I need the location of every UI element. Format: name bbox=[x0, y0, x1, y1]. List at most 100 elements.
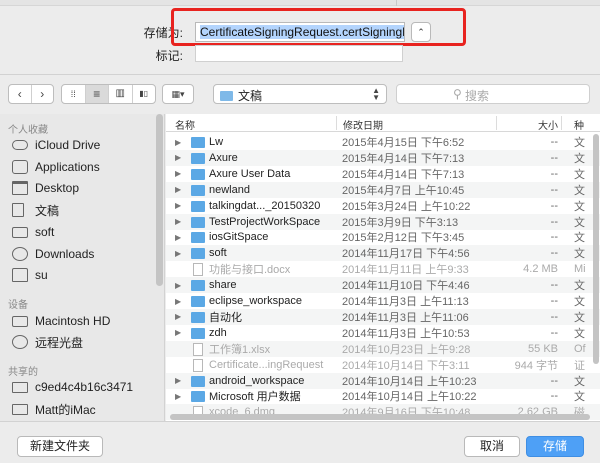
disclosure-triangle-icon[interactable]: ▶ bbox=[175, 153, 181, 162]
file-row[interactable]: ▶ share 2014年11月10日 下午4:46 -- 文 bbox=[166, 277, 600, 294]
disclosure-triangle-icon[interactable]: ▶ bbox=[175, 249, 181, 258]
disclosure-triangle-icon[interactable]: ▶ bbox=[175, 185, 181, 194]
sidebar-scrollbar[interactable] bbox=[156, 114, 163, 286]
search-placeholder: 搜索 bbox=[465, 89, 490, 103]
file-kind: Mi bbox=[574, 263, 586, 276]
applications-icon bbox=[12, 160, 28, 174]
back-button[interactable]: ‹ bbox=[9, 85, 32, 103]
column-kind[interactable]: 种 bbox=[574, 117, 584, 132]
tags-input[interactable] bbox=[195, 45, 403, 62]
sidebar-item-shared-computer[interactable]: c9ed4c4b16c3471 bbox=[12, 377, 162, 397]
file-size: -- bbox=[550, 295, 558, 307]
disclosure-triangle-icon[interactable]: ▶ bbox=[175, 169, 181, 178]
file-row[interactable]: ▶ Axure 2015年4月14日 下午7:13 -- 文 bbox=[166, 149, 600, 166]
home-icon bbox=[12, 268, 28, 282]
search-field[interactable]: ⚲ 搜索 bbox=[396, 84, 590, 104]
sidebar-item-macintosh-hd[interactable]: Macintosh HD bbox=[12, 311, 162, 331]
file-name: 工作簿1.xlsx bbox=[209, 343, 271, 356]
file-date: 2014年11月17日 下午4:56 bbox=[342, 248, 470, 261]
column-name[interactable]: 名称 bbox=[175, 117, 195, 132]
file-row[interactable]: ▶ TestProjectWorkSpace 2015年3月9日 下午3:13 -- 文 bbox=[166, 213, 600, 230]
file-row[interactable]: ▶ android_workspace 2014年10月14日 上午10:23 -- 文 bbox=[166, 372, 600, 389]
sidebar-item-applications[interactable]: Applications bbox=[12, 157, 162, 177]
separator bbox=[0, 74, 600, 75]
window-top-strip bbox=[0, 0, 600, 6]
disclosure-triangle-icon[interactable]: ▶ bbox=[175, 281, 181, 290]
sidebar-item-home[interactable]: su bbox=[12, 265, 162, 285]
file-size: -- bbox=[550, 326, 558, 339]
file-date: 2015年3月9日 下午3:13 bbox=[342, 216, 459, 229]
column-view-button[interactable]: ▥ bbox=[109, 85, 133, 103]
column-date[interactable]: 修改日期 bbox=[343, 117, 383, 132]
disclosure-triangle-icon[interactable]: ▶ bbox=[175, 233, 181, 242]
folder-icon bbox=[191, 152, 205, 164]
list-view-button[interactable]: ≡ bbox=[85, 85, 109, 103]
file-row[interactable]: ▶ talkingdat..._20150320 2015年3月24日 上午10:2… bbox=[166, 198, 600, 214]
file-row[interactable]: 功能与接口.docx 2014年11月11日 上午9:33 4.2 MB Mi bbox=[166, 261, 600, 277]
file-row[interactable]: ▶ iosGitSpace 2015年2月12日 下午3:45 -- 文 bbox=[166, 229, 600, 245]
file-row[interactable]: ▶ newland 2015年4月7日 上午10:45 -- 文 bbox=[166, 181, 600, 198]
file-size: -- bbox=[550, 167, 558, 180]
disclosure-triangle-icon[interactable]: ▶ bbox=[175, 392, 181, 401]
folder-icon bbox=[191, 327, 205, 339]
sidebar-item-desktop[interactable]: Desktop bbox=[12, 178, 162, 198]
disclosure-triangle-icon[interactable]: ▶ bbox=[175, 138, 181, 147]
sidebar-item-shared-imac[interactable]: Matt的iMac bbox=[12, 399, 162, 419]
new-folder-button[interactable]: 新建文件夹 bbox=[17, 436, 103, 457]
file-name: soft bbox=[209, 247, 227, 260]
horizontal-scrollbar[interactable] bbox=[170, 414, 590, 420]
disclosure-triangle-icon[interactable]: ▶ bbox=[175, 376, 181, 385]
icon-view-button[interactable]: ⁞⁞ bbox=[62, 85, 86, 103]
folder-icon bbox=[220, 91, 233, 101]
cloud-icon bbox=[12, 140, 28, 150]
sidebar-item-remote-disc[interactable]: 远程光盘 bbox=[12, 332, 162, 352]
file-kind: 文 bbox=[574, 280, 585, 293]
file-row[interactable]: 工作簿1.xlsx 2014年10月23日 上午9:28 55 KB Of bbox=[166, 340, 600, 357]
file-list: 名称 修改日期 大小 种 ▶ Lw 2015年4月15日 下午6:52 -- 文 ▶ Axu… bbox=[166, 114, 600, 421]
location-popup[interactable]: 文稿 ▲ ▼ bbox=[213, 84, 387, 104]
file-kind: Of bbox=[574, 342, 586, 355]
folder-icon bbox=[191, 280, 205, 292]
file-row[interactable]: Certificate...ingRequest 2014年10月14日 下午3:… bbox=[166, 357, 600, 373]
file-name: 功能与接口.docx bbox=[209, 264, 291, 277]
sidebar-item-soft[interactable]: soft bbox=[12, 222, 162, 242]
file-row[interactable]: ▶ eclipse_workspace 2014年11月3日 上午11:13 -- 文 bbox=[166, 293, 600, 309]
file-date: 2014年10月14日 下午3:11 bbox=[342, 359, 470, 372]
file-size: -- bbox=[550, 374, 558, 387]
file-row[interactable]: ▶ Axure User Data 2015年4月14日 下午7:13 -- 文 bbox=[166, 166, 600, 182]
sidebar-label: soft bbox=[35, 225, 55, 239]
file-row[interactable]: ▶ Microsoft 用户数据 2014年10月14日 上午10:22 -- 文 bbox=[166, 388, 600, 404]
file-row[interactable]: ▶ 自动化 2014年11月3日 上午11:06 -- 文 bbox=[166, 308, 600, 325]
file-row[interactable]: ▶ Lw 2015年4月15日 下午6:52 -- 文 bbox=[166, 134, 600, 150]
file-kind: 文 bbox=[574, 152, 585, 165]
vertical-scrollbar[interactable] bbox=[593, 134, 599, 364]
file-date: 2015年4月7日 上午10:45 bbox=[342, 184, 465, 197]
save-as-row: 存储为: CertificateSigningRequest.certSigni… bbox=[0, 8, 600, 63]
file-row[interactable]: ▶ zdh 2014年11月3日 上午10:53 -- 文 bbox=[166, 325, 600, 341]
sidebar-item-icloud[interactable]: iCloud Drive bbox=[12, 135, 162, 155]
arrange-button[interactable]: ▦▾ bbox=[162, 84, 194, 104]
file-kind: 文 bbox=[574, 232, 585, 245]
column-divider bbox=[561, 116, 562, 130]
forward-button[interactable]: › bbox=[32, 85, 54, 103]
column-size[interactable]: 大小 bbox=[538, 117, 558, 132]
sidebar-label: c9ed4c4b16c3471 bbox=[35, 380, 134, 394]
sidebar-item-documents[interactable]: 文稿 bbox=[12, 200, 162, 220]
cancel-button[interactable]: 取消 bbox=[464, 436, 520, 457]
file-kind: 文 bbox=[574, 327, 585, 340]
cover-flow-button[interactable]: ▮▯ bbox=[133, 85, 156, 103]
folder-icon bbox=[191, 311, 205, 323]
shared-header: 共享的 bbox=[8, 367, 38, 378]
disclosure-triangle-icon[interactable]: ▶ bbox=[175, 217, 181, 226]
folder-icon bbox=[191, 391, 205, 403]
file-name: newland bbox=[209, 183, 250, 196]
file-row[interactable]: ▶ soft 2014年11月17日 下午4:56 -- 文 bbox=[166, 245, 600, 262]
disclosure-triangle-icon[interactable]: ▶ bbox=[175, 328, 181, 337]
disclosure-triangle-icon[interactable]: ▶ bbox=[175, 201, 181, 210]
save-button[interactable]: 存储 bbox=[526, 436, 584, 457]
sidebar-item-downloads[interactable]: Downloads bbox=[12, 244, 162, 264]
disclosure-triangle-icon[interactable]: ▶ bbox=[175, 297, 181, 306]
disclosure-triangle-icon[interactable]: ▶ bbox=[175, 312, 181, 321]
file-size: 944 字节 bbox=[514, 359, 558, 372]
file-size: -- bbox=[550, 390, 558, 403]
